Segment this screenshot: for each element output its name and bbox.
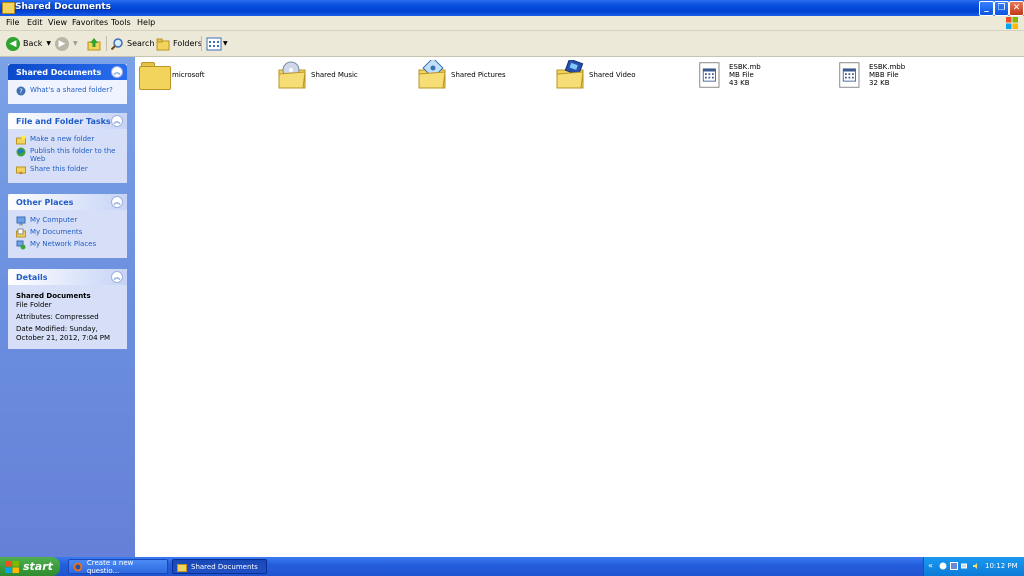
window-title: Shared Documents	[15, 2, 112, 12]
tray-shield-icon[interactable]	[939, 562, 947, 570]
close-button[interactable]: ✕	[1009, 1, 1024, 16]
share-folder-icon	[16, 166, 26, 174]
taskbar-item-browser[interactable]: Create a new questio...	[68, 559, 168, 575]
tray-network-icon[interactable]	[961, 562, 969, 570]
file-type: MBB File	[869, 71, 899, 79]
panel-header[interactable]: File and Folder Tasks ︽	[8, 113, 127, 129]
taskbar: start Create a new questio... Shared Doc…	[0, 557, 1024, 576]
link-my-computer[interactable]: My Computer	[16, 216, 121, 226]
menu-favorites[interactable]: Favorites	[72, 18, 108, 27]
link-make-new-folder[interactable]: Make a new folder	[16, 135, 121, 145]
menu-edit[interactable]: Edit	[27, 18, 43, 27]
folder-item-shared-video[interactable]: Shared Video	[555, 60, 675, 94]
chevron-down-icon[interactable]: ▼	[223, 40, 228, 47]
toolbar: ◀ Back ▼ ▶ ▼ Search Folders ▼	[0, 31, 1024, 57]
file-icon	[699, 62, 720, 88]
menu-bar: File Edit View Favorites Tools Help	[0, 16, 1024, 31]
back-arrow-icon: ◀	[6, 36, 20, 51]
menu-help[interactable]: Help	[137, 18, 155, 27]
views-button[interactable]: ▼	[206, 35, 228, 52]
link-my-documents[interactable]: My Documents	[16, 228, 121, 238]
file-icon	[839, 62, 860, 88]
file-name: ESBK.mb	[729, 63, 761, 71]
toolbar-separator	[106, 36, 107, 51]
link-whats-shared-folder[interactable]: ? What's a shared folder?	[16, 86, 121, 96]
panel-shared-documents: Shared Documents ︽ ? What's a shared fol…	[8, 64, 127, 104]
clock[interactable]: 10:12 PM	[985, 562, 1018, 570]
file-item-esbk-mbb[interactable]: ESBK.mbb MBB File 32 KB	[838, 60, 958, 94]
details-modified: Date Modified: Sunday, October 21, 2012,…	[16, 325, 111, 342]
search-button[interactable]: Search	[110, 35, 154, 52]
collapse-chevron-icon[interactable]: ︽	[111, 196, 123, 208]
collapse-chevron-icon[interactable]: ︽	[111, 271, 123, 283]
start-button[interactable]: start	[0, 557, 60, 576]
up-folder-icon	[87, 37, 101, 50]
toolbar-separator	[201, 36, 202, 51]
search-icon	[110, 37, 123, 50]
details-type: File Folder	[16, 301, 52, 309]
pictures-folder-icon	[418, 60, 446, 89]
network-icon	[16, 240, 26, 250]
folder-icon	[177, 563, 187, 572]
file-size: 43 KB	[729, 79, 750, 87]
folder-icon	[138, 60, 171, 90]
link-my-network-places[interactable]: My Network Places	[16, 240, 121, 250]
menu-file[interactable]: File	[6, 18, 19, 27]
computer-icon	[16, 216, 26, 226]
folder-item-microsoft[interactable]: microsoft	[138, 60, 258, 94]
taskbar-item-shared-documents[interactable]: Shared Documents	[172, 559, 267, 574]
views-icon	[206, 37, 222, 50]
folders-icon	[156, 38, 170, 50]
collapse-chevron-icon[interactable]: ︽	[111, 66, 123, 78]
menu-view[interactable]: View	[48, 18, 67, 27]
details-attributes: Attributes: Compressed	[16, 313, 99, 321]
tray-app-icon[interactable]	[950, 562, 958, 570]
tray-volume-icon[interactable]	[972, 562, 980, 570]
link-publish-folder[interactable]: Publish this folder to the Web	[16, 147, 121, 163]
music-folder-icon	[278, 61, 306, 89]
panel-header[interactable]: Shared Documents ︽	[8, 64, 127, 80]
maximize-button[interactable]: ❐	[994, 1, 1009, 16]
tray-expand-icon[interactable]: «	[928, 561, 933, 570]
windows-logo-icon	[5, 560, 19, 573]
title-bar[interactable]: Shared Documents _ ❐ ✕	[0, 0, 1024, 16]
menu-tools[interactable]: Tools	[111, 18, 131, 27]
folder-item-shared-music[interactable]: Shared Music	[277, 60, 397, 94]
file-size: 32 KB	[869, 79, 890, 87]
file-name: ESBK.mbb	[869, 63, 906, 71]
windows-logo-icon	[1006, 17, 1018, 29]
details-name: Shared Documents	[16, 292, 91, 300]
panel-header[interactable]: Other Places ︽	[8, 194, 127, 210]
chevron-down-icon[interactable]: ▼	[73, 40, 78, 47]
back-button[interactable]: ◀ Back ▼	[6, 35, 51, 52]
file-item-esbk-mb[interactable]: ESBK.mb MB File 43 KB	[698, 60, 818, 94]
task-pane: Shared Documents ︽ ? What's a shared fol…	[0, 57, 135, 557]
forward-arrow-icon: ▶	[55, 36, 69, 51]
help-icon: ?	[16, 86, 26, 96]
panel-header[interactable]: Details ︽	[8, 269, 127, 285]
video-folder-icon	[556, 60, 584, 89]
system-tray: « 10:12 PM	[923, 557, 1024, 576]
documents-icon	[16, 228, 26, 238]
globe-icon	[16, 147, 26, 157]
file-type: MB File	[729, 71, 754, 79]
svg-text:?: ?	[19, 88, 23, 96]
collapse-chevron-icon[interactable]: ︽	[111, 115, 123, 127]
explorer-window: Shared Documents _ ❐ ✕ File Edit View Fa…	[0, 0, 1024, 557]
folder-item-shared-pictures[interactable]: Shared Pictures	[417, 60, 537, 94]
firefox-icon	[73, 562, 83, 571]
panel-details: Details ︽ Shared Documents File Folder A…	[8, 269, 127, 349]
minimize-button[interactable]: _	[979, 1, 994, 16]
start-label: start	[23, 560, 53, 573]
forward-button[interactable]: ▶ ▼	[55, 35, 78, 52]
chevron-down-icon[interactable]: ▼	[46, 40, 51, 47]
link-share-folder[interactable]: Share this folder	[16, 165, 121, 175]
new-folder-icon	[16, 135, 26, 145]
panel-file-folder-tasks: File and Folder Tasks ︽ Make a new folde…	[8, 113, 127, 183]
up-folder-button[interactable]	[87, 35, 101, 52]
folder-icon	[2, 2, 15, 14]
panel-other-places: Other Places ︽ My Computer My Documents …	[8, 194, 127, 258]
folders-button[interactable]: Folders	[156, 35, 202, 52]
